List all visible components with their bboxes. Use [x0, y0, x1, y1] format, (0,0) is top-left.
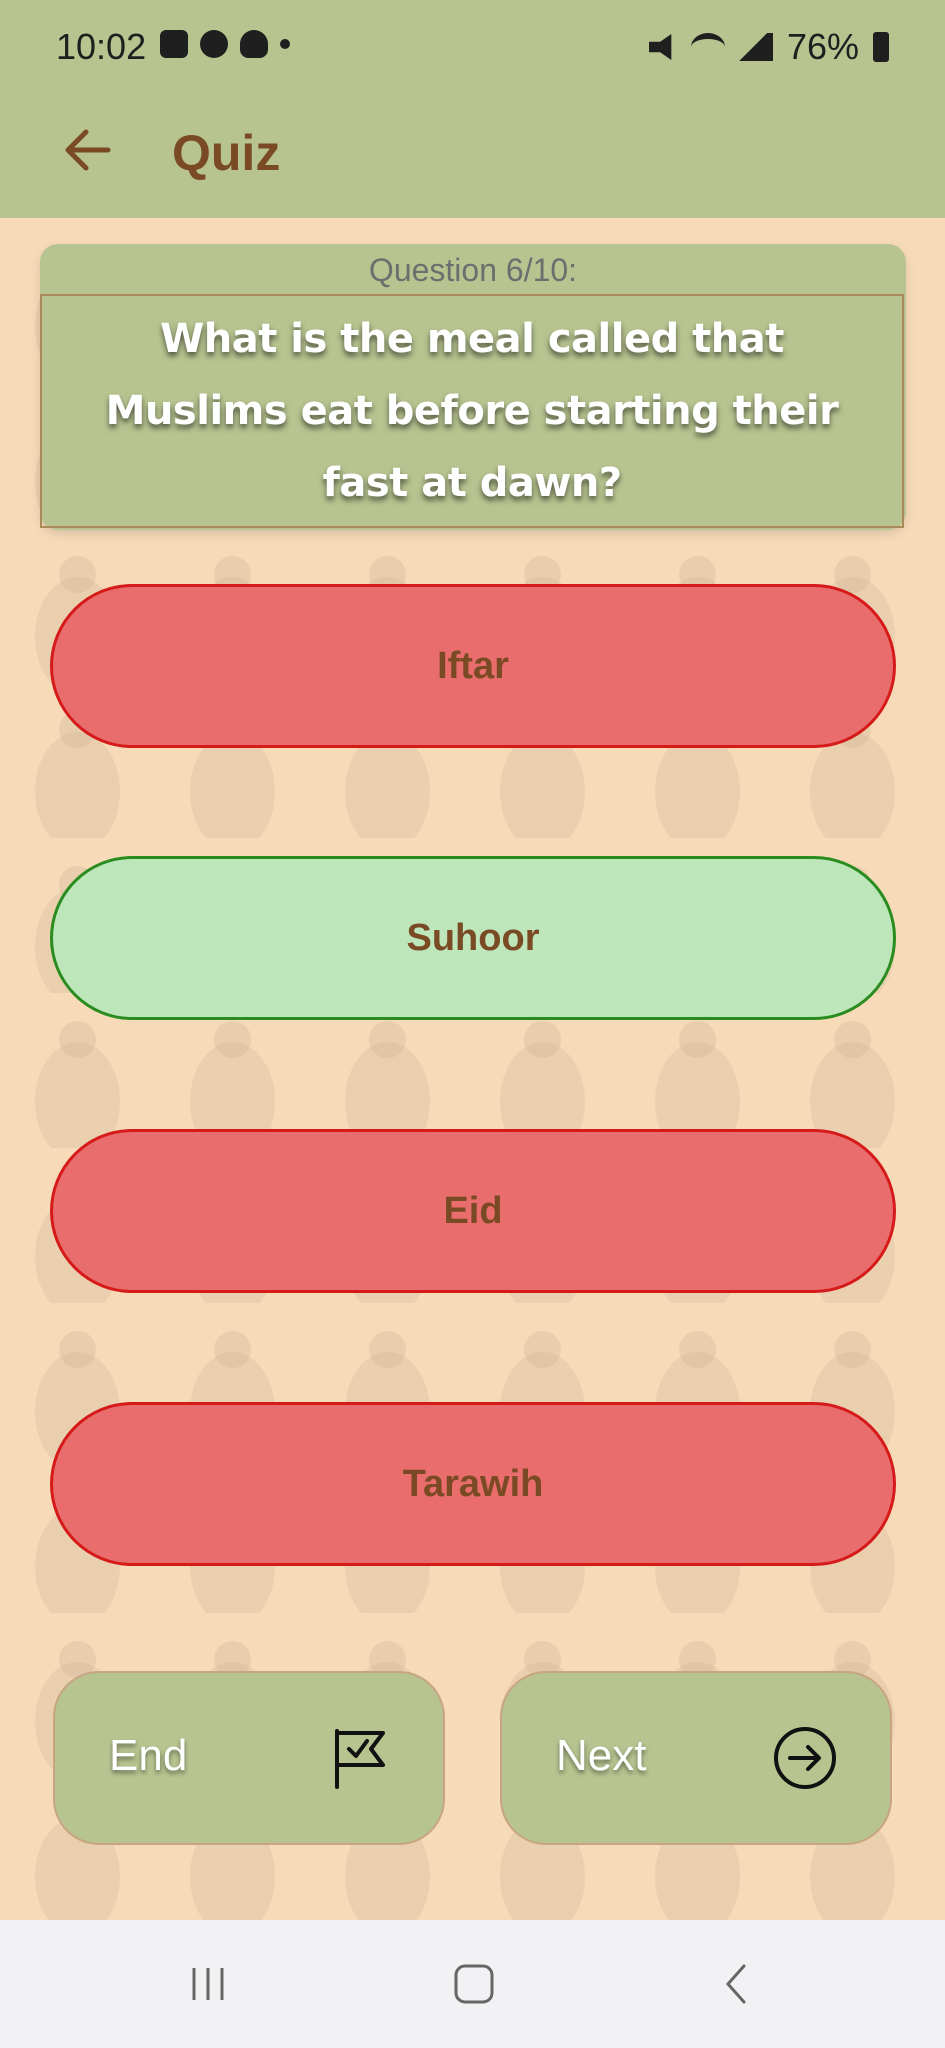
system-navigation-bar [0, 1920, 945, 2048]
battery-icon [873, 32, 889, 62]
app-bar: Quiz [0, 100, 945, 218]
answer-label: Tarawih [402, 1462, 544, 1505]
answer-option-3[interactable]: Eid [50, 1129, 896, 1293]
signal-icon [738, 33, 773, 61]
snapchat-icon [240, 30, 268, 58]
recent-apps-icon[interactable] [180, 1956, 236, 2012]
answer-option-2[interactable]: Suhoor [50, 856, 896, 1020]
system-status: 76% [648, 26, 889, 68]
home-icon[interactable] [446, 1956, 502, 2012]
status-bar: 10:02 76% [0, 0, 945, 100]
flag-icon [335, 1729, 385, 1789]
next-button-label: Next [556, 1731, 647, 1780]
answer-label: Eid [443, 1189, 503, 1232]
end-button-label: End [109, 1731, 188, 1780]
answer-option-1[interactable]: Iftar [50, 584, 896, 748]
end-button[interactable]: End [53, 1671, 445, 1845]
back-arrow-icon[interactable] [58, 120, 118, 180]
mute-icon [648, 34, 672, 60]
question-body: What is the meal called that Muslims eat… [40, 294, 904, 528]
answer-label: Iftar [437, 644, 509, 687]
battery-percentage: 76% [786, 26, 859, 67]
next-button[interactable]: Next [500, 1671, 892, 1845]
status-time: 10:02 [56, 26, 147, 67]
arrow-right-circle-icon [774, 1727, 836, 1789]
question-card: Question 6/10: What is the meal called t… [40, 244, 906, 530]
dot-icon [280, 39, 290, 49]
notification-icons [160, 30, 290, 58]
question-number: Question 6/10: [368, 252, 578, 288]
wifi-icon [690, 33, 725, 61]
back-icon[interactable] [710, 1956, 766, 2012]
gallery-icon [160, 30, 188, 58]
messenger-icon [200, 30, 228, 58]
answer-option-4[interactable]: Tarawih [50, 1402, 896, 1566]
answer-label: Suhoor [406, 916, 540, 959]
page-title: Quiz [172, 125, 281, 181]
question-text: What is the meal called that Muslims eat… [105, 316, 839, 506]
